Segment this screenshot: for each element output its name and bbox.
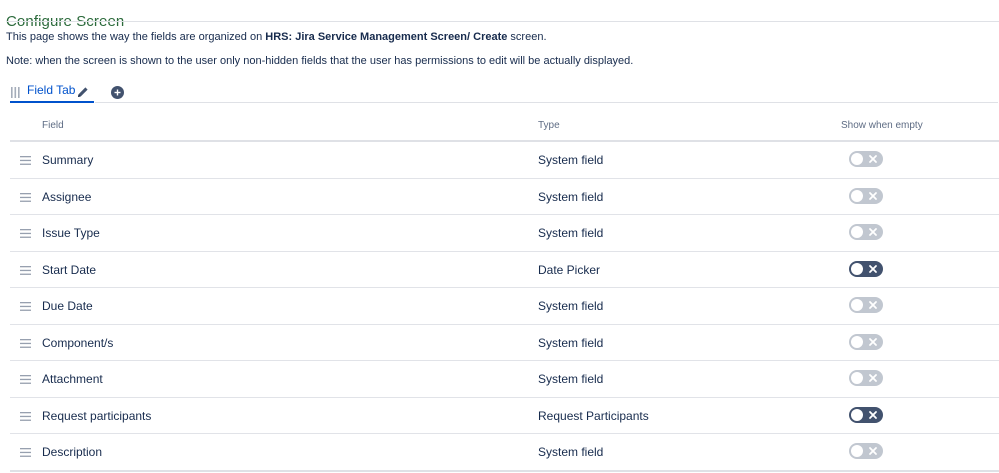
table-row: Assignee System field xyxy=(10,179,999,215)
table-row: Issue Type System field xyxy=(10,215,999,252)
table-header: Field Type Show when empty xyxy=(10,112,999,142)
table-row: Description System field xyxy=(10,434,999,472)
show-when-empty-toggle[interactable] xyxy=(849,151,883,167)
title-divider xyxy=(6,21,999,22)
show-when-empty-toggle[interactable] xyxy=(849,297,883,313)
description-suffix: screen. xyxy=(507,31,547,43)
plus-circle-icon[interactable] xyxy=(111,86,124,99)
fields-table: Field Type Show when empty Summary Syste… xyxy=(10,112,999,472)
field-name: Due Date xyxy=(42,299,93,313)
drag-handle-icon[interactable] xyxy=(20,192,31,202)
description-text: This page shows the way the fields are o… xyxy=(6,31,266,43)
field-name: Issue Type xyxy=(42,226,100,240)
table-row: Component/s System field xyxy=(10,325,999,361)
tab-label[interactable]: Field Tab xyxy=(27,83,75,97)
field-name: Request participants xyxy=(42,408,152,423)
field-name: Component/s xyxy=(42,335,114,350)
toggle-knob xyxy=(851,153,863,165)
show-when-empty-toggle[interactable] xyxy=(849,224,883,240)
show-when-empty-toggle[interactable] xyxy=(849,443,883,459)
screen-name: HRS: Jira Service Management Screen/ Cre… xyxy=(265,31,508,43)
close-icon xyxy=(869,337,877,346)
show-when-empty-toggle[interactable] xyxy=(849,187,883,204)
toggle-knob xyxy=(851,299,863,311)
table-body: Summary System field Assignee System fie… xyxy=(10,142,999,472)
field-name: Attachment xyxy=(42,372,103,386)
field-type: System field xyxy=(538,372,604,386)
table-row: Due Date System field xyxy=(10,288,999,325)
field-name: Description xyxy=(42,445,103,459)
tab-field-tab[interactable]: Field Tab xyxy=(10,80,94,103)
pencil-icon[interactable] xyxy=(77,86,89,98)
toggle-knob xyxy=(851,335,863,348)
close-icon xyxy=(869,228,877,236)
column-header-show-when-empty: Show when empty xyxy=(841,120,923,131)
drag-handle-icon[interactable] xyxy=(20,229,31,238)
close-icon xyxy=(869,155,877,163)
drag-handle-icon[interactable] xyxy=(20,265,31,275)
close-icon xyxy=(869,191,877,200)
toggle-knob xyxy=(851,408,863,421)
toggle-knob xyxy=(851,372,863,384)
field-type: System field xyxy=(538,445,604,459)
field-name: Assignee xyxy=(42,189,92,204)
table-row: Attachment System field xyxy=(10,361,999,398)
toggle-knob xyxy=(851,262,863,275)
drag-handle-icon[interactable] xyxy=(20,411,31,421)
close-icon xyxy=(869,410,877,419)
field-type: System field xyxy=(538,153,604,167)
drag-handle-icon[interactable] xyxy=(20,338,31,348)
table-row: Request participants Request Participant… xyxy=(10,398,999,434)
show-when-empty-toggle[interactable] xyxy=(849,370,883,386)
table-row: Start Date Date Picker xyxy=(10,252,999,288)
toggle-knob xyxy=(851,226,863,238)
field-type: System field xyxy=(538,335,604,350)
close-icon xyxy=(869,264,877,273)
field-name: Summary xyxy=(42,153,94,167)
field-type: Request Participants xyxy=(538,408,649,423)
close-icon xyxy=(869,374,877,382)
page-description: This page shows the way the fields are o… xyxy=(6,31,547,43)
drag-handle-icon[interactable] xyxy=(20,156,31,165)
show-when-empty-toggle[interactable] xyxy=(849,260,883,277)
field-type: Date Picker xyxy=(538,262,601,277)
column-header-type: Type xyxy=(538,120,560,131)
tab-bar-divider xyxy=(95,102,998,103)
drag-handle-icon[interactable] xyxy=(11,87,20,98)
toggle-knob xyxy=(851,189,863,202)
show-when-empty-toggle[interactable] xyxy=(849,333,883,350)
field-name: Start Date xyxy=(42,262,97,277)
drag-handle-icon[interactable] xyxy=(20,448,31,457)
drag-handle-icon[interactable] xyxy=(20,302,31,311)
toggle-knob xyxy=(851,445,863,457)
page-note: Note: when the screen is shown to the us… xyxy=(6,55,634,67)
field-type: System field xyxy=(538,189,604,204)
field-type: System field xyxy=(538,299,604,313)
field-type: System field xyxy=(538,226,604,240)
drag-handle-icon[interactable] xyxy=(20,375,31,384)
table-row: Summary System field xyxy=(10,142,999,179)
column-header-field: Field xyxy=(42,120,64,131)
close-icon xyxy=(869,301,877,309)
show-when-empty-toggle[interactable] xyxy=(849,406,883,423)
close-icon xyxy=(869,447,877,455)
